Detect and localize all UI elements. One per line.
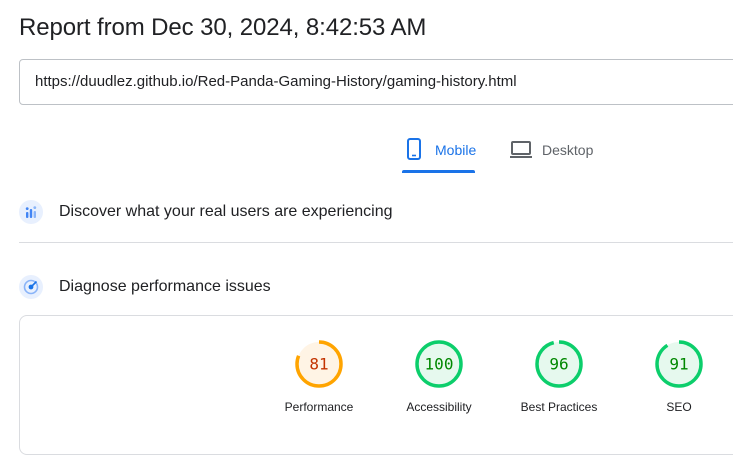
gauge-score: 96 [549,355,568,374]
gauge-ring: 81 [295,340,343,388]
smartphone-icon [407,138,421,160]
tab-mobile[interactable]: Mobile [402,137,476,173]
tab-mobile-label: Mobile [435,142,477,158]
laptop-icon [510,141,532,158]
gauge-ring: 96 [535,340,583,388]
users-chart-icon [19,200,43,224]
tab-desktop[interactable]: Desktop [509,137,593,173]
gauge-label: Accessibility [406,400,472,414]
crux-section-header: Discover what your real users are experi… [19,200,392,224]
crux-section-title: Discover what your real users are experi… [59,203,393,220]
tab-desktop-label: Desktop [542,142,594,158]
url-text: https://duudlez.github.io/Red-Panda-Gami… [35,73,517,90]
gauge-seo[interactable]: 91 SEO [629,339,729,414]
report-title: Report from Dec 30, 2024, 8:42:53 AM [19,14,427,41]
gauge-ring: 91 [655,340,703,388]
gauge-label: Performance [284,400,354,414]
gauge-performance[interactable]: 81 Performance [269,339,369,414]
diagnose-section-header: Diagnose performance issues [19,275,271,299]
scores-card [19,315,733,455]
gauge-ring: 100 [415,340,463,388]
gauge-label: SEO [666,400,692,414]
gauge-score: 91 [669,355,688,374]
gauge-score: 81 [309,355,328,374]
gauge-label: Best Practices [520,400,598,414]
diagnose-section-title: Diagnose performance issues [59,278,271,295]
gauge-accessibility[interactable]: 100 Accessibility [389,339,489,414]
tab-active-indicator [402,170,475,173]
gauge-score: 100 [425,355,454,374]
diagnose-icon [19,275,43,299]
gauge-best-practices[interactable]: 96 Best Practices [509,339,609,414]
section-divider [19,242,733,243]
url-field[interactable]: https://duudlez.github.io/Red-Panda-Gami… [19,59,733,105]
